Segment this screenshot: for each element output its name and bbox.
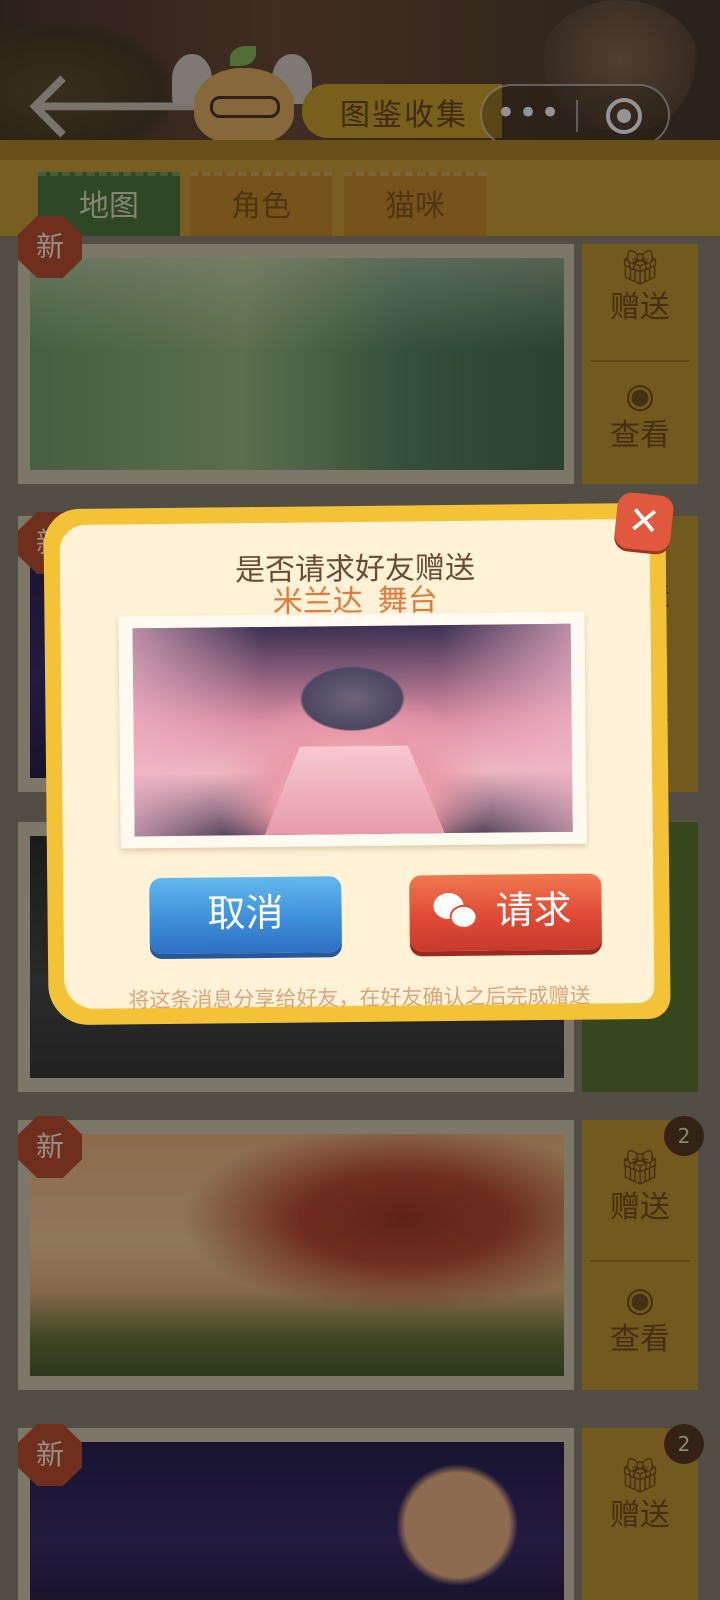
curtain-left [132,626,265,837]
cancel-button[interactable]: 取消 [149,876,342,955]
close-icon[interactable]: ✕ [613,491,675,553]
dialog-body: 是否请求好友赠送 米兰达_舞台 取消 请求 将这条消息分享给好友，在好友确认之后… [59,518,655,1012]
wechat-icon [433,892,478,933]
dialog-hint: 将这条消息分享给好友，在好友确认之后完成赠送 [128,983,591,1013]
request-label: 请求 [495,887,572,933]
stage-preview-image [132,623,573,837]
request-button[interactable]: 请求 [409,873,602,952]
curtain-right [440,623,573,834]
item-preview-frame [118,611,587,849]
gift-request-dialog: 是否请求好友赠送 米兰达_舞台 取消 请求 将这条消息分享给好友，在好友确认之后… [43,502,671,1026]
stage-steps [264,745,445,835]
